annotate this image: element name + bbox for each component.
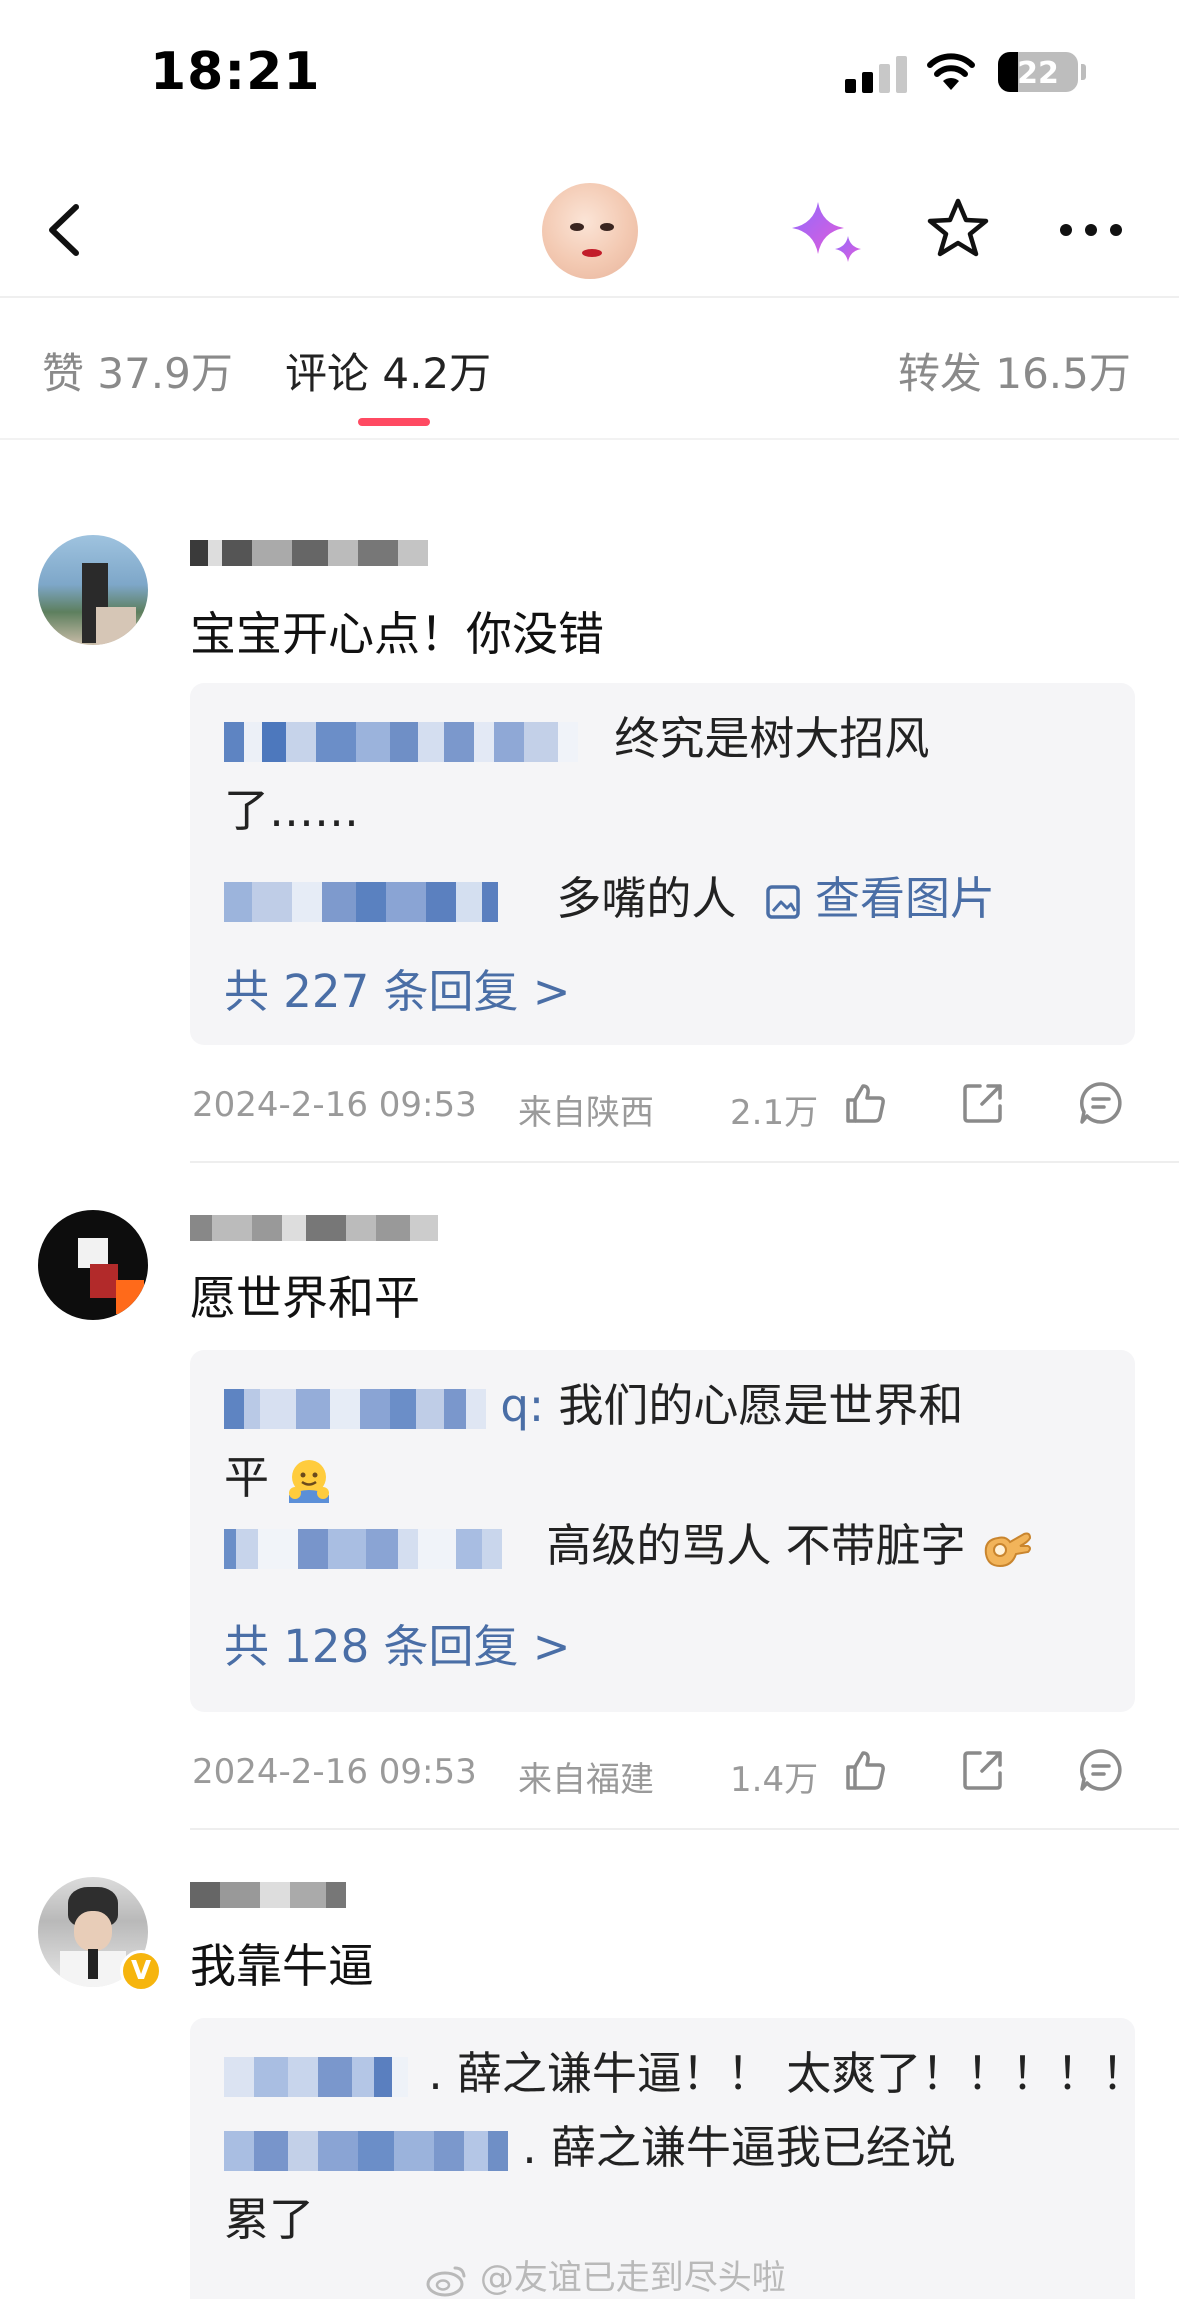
- active-tab-indicator: [358, 418, 430, 426]
- ai-sparkle-icon[interactable]: [788, 198, 868, 268]
- comment-divider: [190, 1828, 1179, 1830]
- battery-icon: 22: [998, 52, 1078, 92]
- reply-line: 高级的骂人 不带脏字: [224, 1510, 1034, 1582]
- tab-comments[interactable]: 评论 4.2万: [285, 340, 491, 401]
- reply-text: 终究是树大招风: [614, 712, 930, 765]
- reply-text: . 薛之谦牛逼！！ 太爽了！！！！！: [428, 2047, 1147, 2100]
- reply-comment-icon[interactable]: [1078, 1080, 1124, 1126]
- weibo-logo-icon: [426, 2266, 466, 2296]
- like-thumb-icon[interactable]: [842, 1747, 888, 1793]
- header-divider: [0, 296, 1179, 298]
- commenter-avatar[interactable]: [38, 535, 148, 645]
- author-avatar[interactable]: [542, 183, 638, 279]
- ok-hand-emoji-icon: [984, 1532, 1031, 1568]
- reply-line: 终究是树大招风: [224, 703, 929, 775]
- reply-text: 平: [224, 1451, 270, 1504]
- comment-text: 我靠牛逼: [190, 1939, 374, 1993]
- reply-line: . 薛之谦牛逼我已经说: [224, 2112, 956, 2184]
- reply-line: . 薛之谦牛逼！！ 太爽了！！！！！: [224, 2038, 1146, 2110]
- comment-date: 2024-2-16 09:53: [192, 1752, 477, 1792]
- comment-divider: [190, 1161, 1179, 1163]
- view-image-link[interactable]: 查看图片: [815, 872, 995, 925]
- comment-location: 来自福建: [518, 1760, 654, 1800]
- image-icon: [765, 885, 800, 919]
- reply-text: 高级的骂人 不带脏字: [546, 1519, 966, 1572]
- favorite-star-icon[interactable]: [925, 196, 991, 262]
- comment-like-count: 1.4万: [730, 1760, 819, 1800]
- username-blurred: [224, 1389, 244, 1429]
- commenter-name-blurred[interactable]: [190, 1215, 438, 1241]
- username-blurred: [224, 882, 252, 922]
- reply-line: q: 我们的心愿是世界和: [224, 1370, 963, 1442]
- battery-level: 22: [1017, 56, 1059, 91]
- like-thumb-icon[interactable]: [842, 1080, 888, 1126]
- tab-likes[interactable]: 赞 37.9万: [42, 340, 233, 401]
- username-blurred: [224, 2057, 254, 2097]
- hug-emoji-icon: [289, 1460, 330, 1503]
- comment-location: 来自陕西: [518, 1093, 654, 1133]
- verified-badge-icon: V: [120, 1950, 162, 1992]
- comment-text: 愿世界和平: [190, 1271, 420, 1325]
- more-options-icon[interactable]: [1058, 222, 1124, 238]
- reply-text: 我们的心愿是世界和: [544, 1379, 964, 1432]
- reply-text: 累了: [224, 2193, 315, 2246]
- reply-text: 了……: [224, 784, 360, 837]
- reply-line: 多嘴的人 查看图片: [224, 863, 995, 935]
- tabs-divider: [0, 438, 1179, 440]
- reply-line: 平: [224, 1442, 335, 1514]
- watermark-text: @友谊已走到尽头啦: [479, 2258, 786, 2298]
- cellular-signal-icon: [845, 55, 907, 93]
- reply-preview-box[interactable]: q: 我们的心愿是世界和 平 高级的骂人 不带脏字 共 128 条回复 >: [190, 1350, 1135, 1712]
- tab-reposts[interactable]: 转发 16.5万: [898, 340, 1131, 401]
- back-arrow-icon[interactable]: [40, 195, 90, 265]
- view-more-replies-link[interactable]: 共 227 条回复 >: [224, 955, 571, 1020]
- share-icon[interactable]: [960, 1747, 1006, 1793]
- username-blurred: [224, 2131, 254, 2171]
- comment-date: 2024-2-16 09:53: [192, 1085, 477, 1125]
- commenter-name-blurred[interactable]: [190, 540, 428, 566]
- reply-comment-icon[interactable]: [1078, 1747, 1124, 1793]
- username-blurred: [224, 1529, 236, 1569]
- wifi-icon: [927, 53, 975, 90]
- commenter-name-blurred[interactable]: [190, 1882, 346, 1908]
- view-more-replies-link[interactable]: 共 128 条回复 >: [224, 1610, 571, 1675]
- commenter-avatar[interactable]: [38, 1210, 148, 1320]
- reply-text: 多嘴的人: [556, 872, 737, 925]
- reply-preview-box[interactable]: 终究是树大招风 了…… 多嘴的人 查看图片 共 227 条回复 >: [190, 683, 1135, 1045]
- username-blurred: [224, 722, 244, 762]
- watermark: @友谊已走到尽头啦: [425, 2250, 786, 2299]
- comment-like-count: 2.1万: [730, 1093, 819, 1133]
- battery-cap: [1081, 64, 1086, 80]
- share-icon[interactable]: [960, 1080, 1006, 1126]
- reply-username-suffix[interactable]: q:: [500, 1379, 544, 1432]
- status-time: 18:21: [150, 42, 321, 102]
- comment-text: 宝宝开心点！你没错: [190, 607, 604, 661]
- reply-text: . 薛之谦牛逼我已经说: [522, 2121, 956, 2174]
